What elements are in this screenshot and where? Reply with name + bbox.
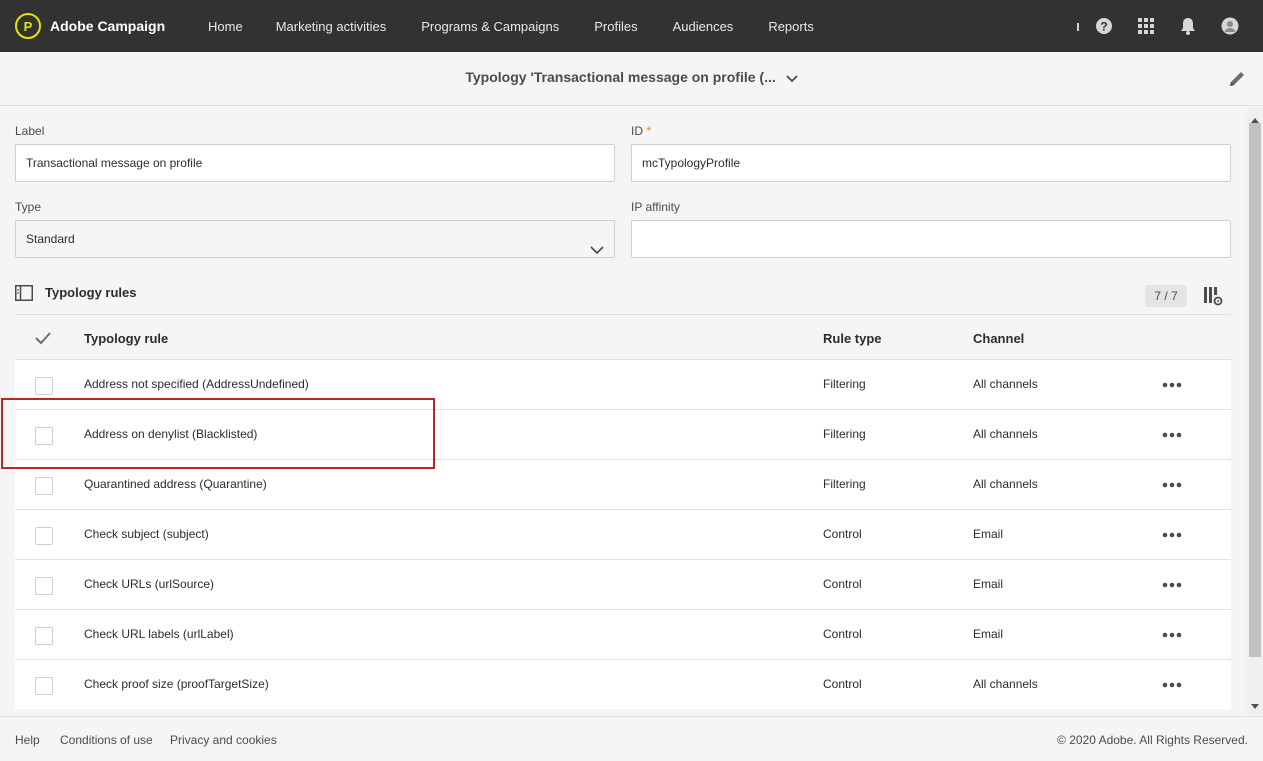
cell-channel: All channels xyxy=(973,377,1038,391)
highlight-annotation-box xyxy=(1,398,435,469)
row-checkbox[interactable] xyxy=(35,477,53,495)
label-field-label: Label xyxy=(15,124,45,138)
vertical-scrollbar[interactable] xyxy=(1247,107,1263,715)
footer: Help Conditions of use Privacy and cooki… xyxy=(0,716,1263,761)
id-field[interactable]: mcTypologyProfile xyxy=(631,144,1231,182)
more-actions-icon[interactable] xyxy=(1162,476,1182,488)
more-actions-icon[interactable] xyxy=(1162,626,1182,638)
page-title[interactable]: Typology 'Transactional message on profi… xyxy=(0,69,1263,86)
select-all-check-icon[interactable] xyxy=(35,331,51,348)
footer-link-conditions[interactable]: Conditions of use xyxy=(60,733,153,747)
adobe-campaign-logo-icon: P xyxy=(15,13,41,39)
cell-channel: Email xyxy=(973,527,1004,541)
table-header: Typology rule Rule type Channel xyxy=(15,314,1231,359)
ip-affinity-field[interactable] xyxy=(631,220,1231,258)
more-actions-icon[interactable] xyxy=(1162,526,1182,538)
panel-list-icon xyxy=(15,285,33,304)
table-row[interactable]: Check proof size (proofTargetSize) Contro… xyxy=(15,659,1231,709)
top-navigation-bar: P Adobe Campaign Home Marketing activiti… xyxy=(0,0,1263,52)
nav-programs-campaigns[interactable]: Programs & Campaigns xyxy=(421,19,559,34)
cell-rule-type: Control xyxy=(823,527,862,541)
cell-rule-type: Control xyxy=(823,677,862,691)
copyright: © 2020 Adobe. All Rights Reserved. xyxy=(1057,733,1248,747)
user-avatar-icon[interactable] xyxy=(1221,17,1239,35)
cell-rule-type: Filtering xyxy=(823,427,866,441)
page-header: Typology 'Transactional message on profi… xyxy=(0,52,1263,106)
type-select-value: Standard xyxy=(26,232,75,246)
main-nav: Home Marketing activities Programs & Cam… xyxy=(208,0,849,52)
nav-marketing-activities[interactable]: Marketing activities xyxy=(276,19,387,34)
more-actions-icon[interactable] xyxy=(1162,676,1182,688)
cell-typology-rule: Check URLs (urlSource) xyxy=(84,577,215,591)
more-actions-icon[interactable] xyxy=(1162,376,1182,388)
id-field-label: ID * xyxy=(631,124,652,138)
cell-typology-rule: Address not specified (AddressUndefined) xyxy=(84,377,309,391)
column-header-typology-rule[interactable]: Typology rule xyxy=(84,331,168,346)
footer-link-help[interactable]: Help xyxy=(15,733,40,747)
typology-rules-table: Typology rule Rule type Channel Address … xyxy=(15,314,1231,709)
nav-reports[interactable]: Reports xyxy=(768,19,814,34)
column-settings-icon[interactable] xyxy=(1203,286,1223,309)
nav-profiles[interactable]: Profiles xyxy=(594,19,637,34)
cell-rule-type: Filtering xyxy=(823,477,866,491)
cell-typology-rule: Check URL labels (urlLabel) xyxy=(84,627,234,641)
label-field[interactable]: Transactional message on profile xyxy=(15,144,615,182)
row-checkbox[interactable] xyxy=(35,627,53,645)
ip-affinity-label: IP affinity xyxy=(631,200,680,214)
apps-grid-icon[interactable] xyxy=(1137,17,1155,35)
cell-typology-rule: Check subject (subject) xyxy=(84,527,209,541)
row-checkbox[interactable] xyxy=(35,527,53,545)
cell-channel: All channels xyxy=(973,477,1038,491)
row-checkbox[interactable] xyxy=(35,377,53,395)
scroll-down-arrow-icon[interactable] xyxy=(1251,698,1259,713)
cell-typology-rule: Quarantined address (Quarantine) xyxy=(84,477,267,491)
section-title: Typology rules xyxy=(45,285,137,300)
type-field-label: Type xyxy=(15,200,42,214)
brand-name: Adobe Campaign xyxy=(50,18,166,34)
notifications-bell-icon[interactable] xyxy=(1179,17,1197,35)
table-row[interactable]: Check URL labels (urlLabel) Control Email xyxy=(15,609,1231,659)
pencil-icon[interactable] xyxy=(1227,69,1247,89)
svg-text:?: ? xyxy=(1100,20,1107,34)
cell-channel: Email xyxy=(973,577,1004,591)
column-header-rule-type[interactable]: Rule type xyxy=(823,331,882,346)
chevron-down-icon xyxy=(590,233,604,269)
required-marker: * xyxy=(646,124,652,138)
row-checkbox[interactable] xyxy=(35,677,53,695)
brand[interactable]: P Adobe Campaign xyxy=(15,13,165,39)
cell-channel: Email xyxy=(973,627,1004,641)
cell-channel: All channels xyxy=(973,677,1038,691)
table-row[interactable]: Check subject (subject) Control Email xyxy=(15,509,1231,559)
table-row[interactable]: Check URLs (urlSource) Control Email xyxy=(15,559,1231,609)
nav-audiences[interactable]: Audiences xyxy=(673,19,734,34)
chevron-down-icon xyxy=(785,70,798,86)
scrollbar-thumb[interactable] xyxy=(1249,123,1261,657)
footer-link-privacy[interactable]: Privacy and cookies xyxy=(170,733,277,747)
more-actions-icon[interactable] xyxy=(1162,576,1182,588)
id-field-value: mcTypologyProfile xyxy=(642,156,741,170)
more-actions-icon[interactable] xyxy=(1162,426,1182,438)
type-select[interactable]: Standard xyxy=(15,220,615,258)
help-icon[interactable]: ? xyxy=(1095,17,1113,35)
nav-divider xyxy=(1077,23,1079,31)
column-header-channel[interactable]: Channel xyxy=(973,331,1024,346)
cell-typology-rule: Check proof size (proofTargetSize) xyxy=(84,677,269,691)
cell-rule-type: Control xyxy=(823,627,862,641)
nav-home[interactable]: Home xyxy=(208,19,243,34)
cell-channel: All channels xyxy=(973,427,1038,441)
label-field-value: Transactional message on profile xyxy=(26,156,203,170)
cell-rule-type: Filtering xyxy=(823,377,866,391)
row-checkbox[interactable] xyxy=(35,577,53,595)
cell-rule-type: Control xyxy=(823,577,862,591)
rules-count-badge: 7 / 7 xyxy=(1145,285,1187,307)
